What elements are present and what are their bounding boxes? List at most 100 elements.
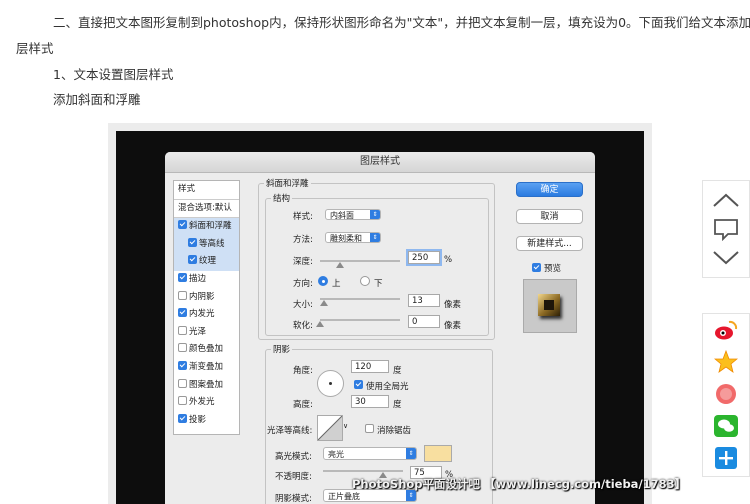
style-item[interactable]: 光泽 xyxy=(174,324,239,342)
style-item[interactable]: 纹理 xyxy=(174,253,239,271)
share-wechat-button[interactable] xyxy=(703,410,749,442)
global-light-checkbox[interactable] xyxy=(354,380,363,389)
direction-up-label: 上 xyxy=(332,279,341,289)
share-more-button[interactable] xyxy=(703,442,749,474)
style-item[interactable]: 内发光 xyxy=(174,306,239,324)
style-item-checkbox[interactable] xyxy=(178,290,187,300)
step-subtitle: 添加斜面和浮雕 xyxy=(53,92,141,107)
style-item-label: 图案叠加 xyxy=(189,379,224,390)
style-item-label: 斜面和浮雕 xyxy=(189,221,232,232)
depth-label: 深度: xyxy=(293,257,313,267)
style-item[interactable]: 等高线 xyxy=(174,235,239,254)
style-item-label: 投影 xyxy=(189,414,207,425)
depth-slider[interactable] xyxy=(320,260,400,268)
style-item[interactable]: 外发光 xyxy=(174,394,239,412)
angle-input[interactable]: 120 xyxy=(351,360,389,373)
styles-header: 样式 xyxy=(174,181,239,200)
chevron-up-icon xyxy=(713,193,739,207)
style-item[interactable]: 颜色叠加 xyxy=(174,341,239,359)
style-item[interactable]: 渐变叠加 xyxy=(174,359,239,377)
cancel-button[interactable]: 取消 xyxy=(516,209,583,224)
updown-icon: ⇕ xyxy=(370,233,380,242)
style-item[interactable]: 内阴影 xyxy=(174,289,239,307)
watermark: PhotoShop平面设计吧 【www.linecg.com/tieba/178… xyxy=(352,477,687,491)
nav-sidebar xyxy=(702,180,750,278)
style-item-checkbox[interactable] xyxy=(178,272,187,282)
altitude-unit: 度 xyxy=(393,400,402,410)
direction-down-radio[interactable] xyxy=(360,276,370,286)
updown-icon: ⇕ xyxy=(406,448,416,459)
scroll-down-button[interactable] xyxy=(703,239,749,277)
style-item-checkbox[interactable] xyxy=(178,378,187,388)
qq-icon xyxy=(716,384,736,404)
style-item-label: 颜色叠加 xyxy=(189,344,224,355)
style-item-checkbox[interactable] xyxy=(178,308,187,318)
styles-list: 样式 混合选项:默认 斜面和浮雕等高线 纹理描边内阴影内发光光泽颜色叠加渐变叠加图… xyxy=(173,180,240,435)
style-item-label: 光泽 xyxy=(189,326,207,337)
style-item-checkbox[interactable] xyxy=(178,343,187,353)
soften-label: 软化: xyxy=(293,321,313,331)
altitude-input[interactable]: 30 xyxy=(351,395,389,408)
style-item-checkbox[interactable] xyxy=(178,325,187,335)
opacity-slider[interactable] xyxy=(323,470,403,478)
paragraph-line-1: 二、直接把文本图形复制到photoshop内，保持形状图形命名为"文本"，并把文… xyxy=(53,15,750,30)
style-select-value: 内斜面 xyxy=(330,211,354,220)
style-item-checkbox[interactable] xyxy=(178,413,187,423)
preview-swatch-inner xyxy=(544,300,554,310)
style-item[interactable]: 图案叠加 xyxy=(174,377,239,395)
highlight-mode-label: 高光模式: xyxy=(275,452,312,462)
soften-slider[interactable] xyxy=(316,319,400,327)
shadow-mode-label: 阴影模式: xyxy=(275,494,312,504)
share-qq-button[interactable] xyxy=(703,378,749,410)
style-item-label: 外发光 xyxy=(189,397,215,408)
slider-thumb[interactable] xyxy=(320,300,328,306)
antialias-checkbox[interactable] xyxy=(365,424,374,433)
global-light-label: 使用全局光 xyxy=(366,382,409,392)
size-slider[interactable] xyxy=(320,298,400,306)
style-item-checkbox[interactable] xyxy=(188,237,197,247)
direction-label: 方向: xyxy=(293,279,313,289)
antialias-label: 消除锯齿 xyxy=(377,426,412,436)
plus-icon xyxy=(715,447,737,469)
size-unit: 像素 xyxy=(444,300,462,310)
updown-icon: ⇕ xyxy=(370,210,380,219)
preview-checkbox[interactable] xyxy=(532,263,541,272)
share-qzone-button[interactable] xyxy=(703,346,749,378)
blend-options-item[interactable]: 混合选项:默认 xyxy=(174,200,239,219)
slider-thumb[interactable] xyxy=(336,262,344,268)
depth-input[interactable]: 250 xyxy=(408,251,440,264)
method-select[interactable]: 雕刻柔和 ⇕ xyxy=(325,232,381,243)
contour-curve-icon xyxy=(318,416,342,440)
comment-icon xyxy=(714,219,738,241)
weibo-icon xyxy=(715,320,738,340)
style-item[interactable]: 投影 xyxy=(174,412,239,430)
style-item-checkbox[interactable] xyxy=(178,220,187,230)
style-item-label: 内阴影 xyxy=(189,291,215,302)
highlight-color-swatch[interactable] xyxy=(424,445,452,462)
style-item-checkbox[interactable] xyxy=(188,255,197,265)
chevron-down-icon xyxy=(713,251,739,265)
direction-up-radio[interactable] xyxy=(318,276,328,286)
new-style-button[interactable]: 新建样式... xyxy=(516,236,583,251)
share-weibo-button[interactable] xyxy=(703,314,749,346)
gloss-contour-label: 光泽等高线: xyxy=(267,426,313,436)
style-item[interactable]: 斜面和浮雕 xyxy=(174,218,239,236)
contour-dropdown-icon[interactable]: ∨ xyxy=(343,422,348,430)
soften-input[interactable]: 0 xyxy=(408,315,440,328)
slider-thumb[interactable] xyxy=(316,321,324,327)
direction-down-label: 下 xyxy=(374,279,383,289)
ok-button[interactable]: 确定 xyxy=(516,182,583,197)
highlight-mode-select[interactable]: 亮光 ⇕ xyxy=(323,447,417,460)
style-item-checkbox[interactable] xyxy=(178,360,187,370)
style-item-label: 描边 xyxy=(189,273,207,284)
size-input[interactable]: 13 xyxy=(408,294,440,307)
dialog-title: 图层样式 xyxy=(165,152,595,173)
share-sidebar xyxy=(702,313,750,477)
style-item-checkbox[interactable] xyxy=(178,396,187,406)
style-item[interactable]: 描边 xyxy=(174,271,239,289)
gloss-contour-preview[interactable] xyxy=(317,415,343,441)
angle-dial[interactable] xyxy=(317,370,344,397)
style-select[interactable]: 内斜面 ⇕ xyxy=(325,209,381,220)
opacity-label: 不透明度: xyxy=(275,472,312,482)
qzone-icon xyxy=(714,350,738,373)
